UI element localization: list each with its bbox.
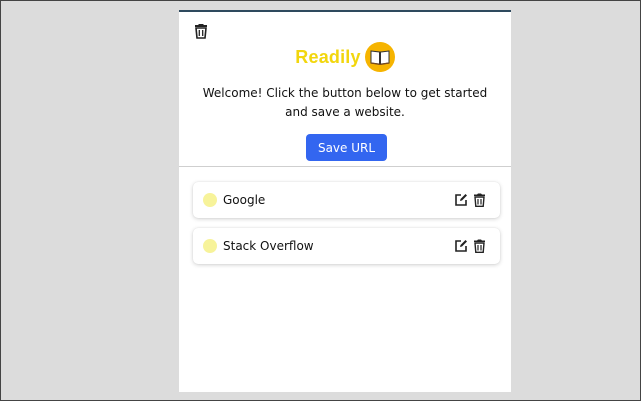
app-name: Readily	[295, 46, 361, 67]
divider	[179, 166, 511, 167]
trash-icon[interactable]	[473, 193, 486, 207]
save-url-button[interactable]: Save URL	[306, 134, 387, 161]
edit-icon[interactable]	[454, 193, 468, 207]
bookmark-list: Google Stack Overflow	[193, 182, 500, 274]
extension-popup: Readily Welcome! Click the button below …	[179, 10, 511, 392]
trash-icon[interactable]	[473, 239, 486, 253]
edit-icon[interactable]	[454, 239, 468, 253]
bookmark-title[interactable]: Stack Overflow	[223, 238, 314, 254]
open-book-icon	[364, 42, 395, 72]
list-item[interactable]: Google	[193, 182, 500, 218]
brand-header: Readily	[179, 41, 511, 73]
status-dot	[203, 193, 217, 207]
trash-icon[interactable]	[193, 23, 209, 39]
bookmark-title[interactable]: Google	[223, 192, 265, 208]
list-item[interactable]: Stack Overflow	[193, 228, 500, 264]
status-dot	[203, 239, 217, 253]
welcome-message: Welcome! Click the button below to get s…	[202, 86, 488, 119]
